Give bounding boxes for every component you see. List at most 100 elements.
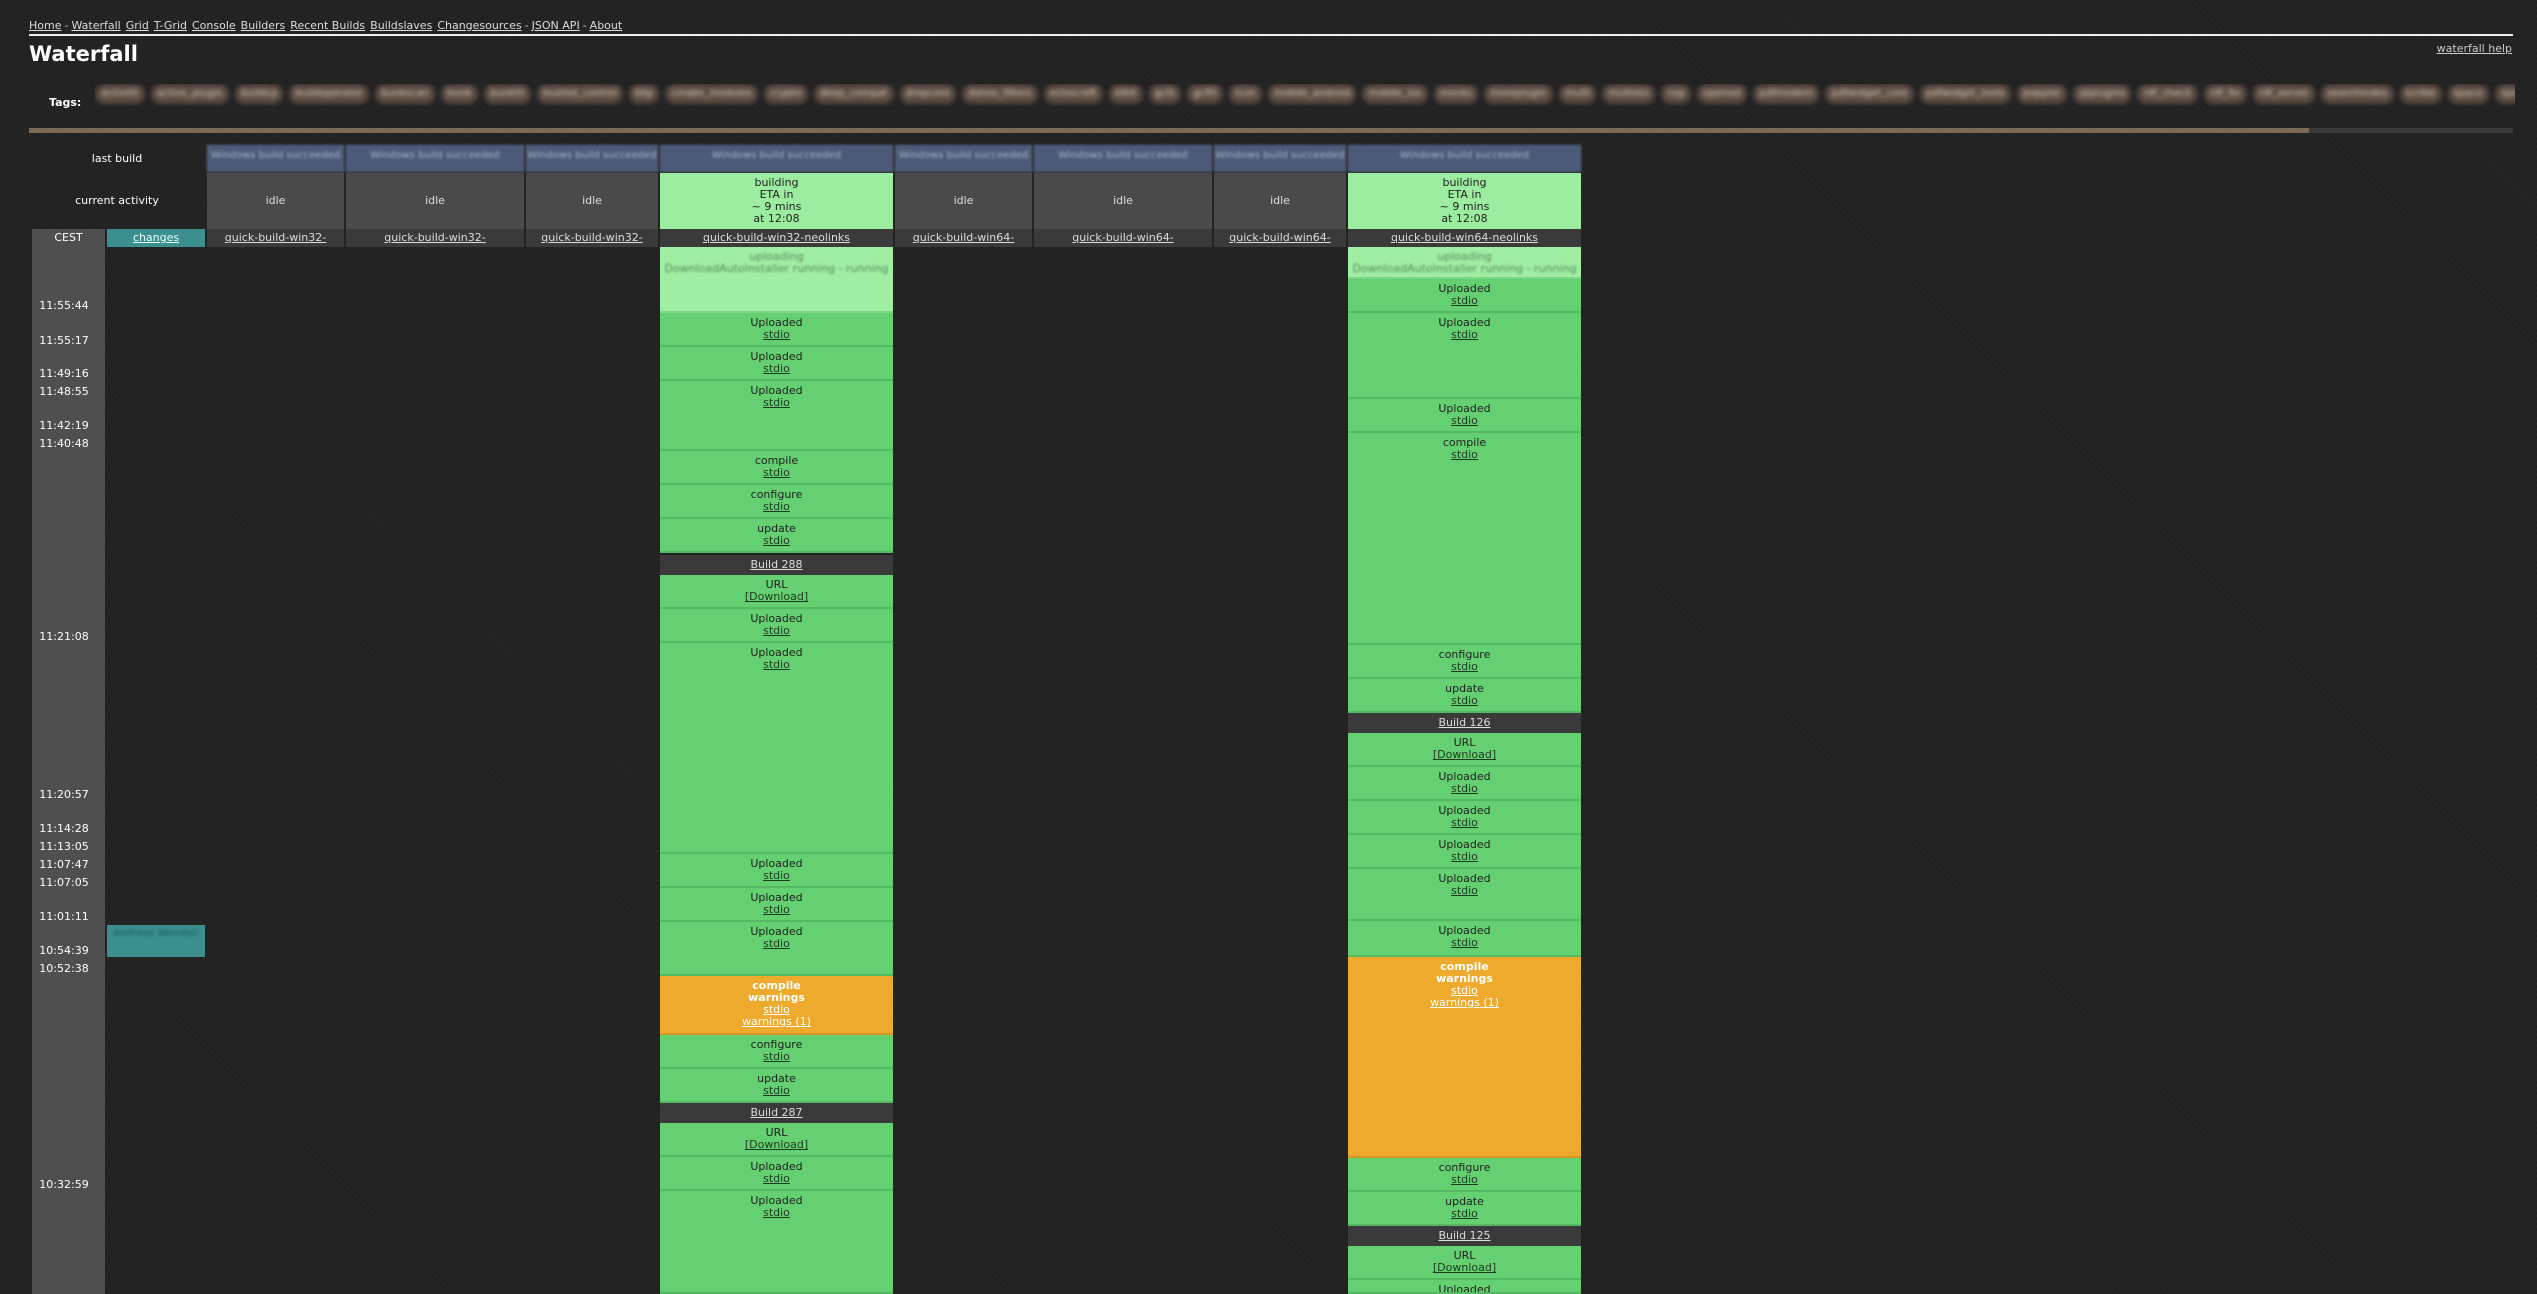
tag-filter[interactable]: space [2447,84,2490,104]
last-build-cell[interactable]: Windows build succeeded [895,145,1032,172]
builder-link[interactable]: quick-build-win64-neolinks [1391,231,1538,244]
waterfall-help-link[interactable]: waterfall help [2437,42,2512,55]
stdio-link[interactable]: stdio [1451,660,1478,673]
stdio-link[interactable]: stdio [763,500,790,513]
tag-filter[interactable]: mocks [1433,84,1478,104]
tag-filter[interactable]: multi [1558,84,1597,104]
tag-filter[interactable]: multisto [1602,84,1656,104]
stdio-link[interactable]: stdio [763,1172,790,1185]
build-link[interactable]: Build 126 [1438,716,1490,729]
stdio-link[interactable]: stdio [1451,1207,1478,1220]
tag-filter[interactable]: pdfwidget_tools [1919,84,2011,104]
builder-link[interactable]: quick-build-win32-btplink_control [384,231,485,247]
tag-filter[interactable]: dropcore [899,84,956,104]
stdio-link[interactable]: stdio [763,658,790,671]
last-build-cell[interactable]: Windows build succeeded [1214,145,1346,172]
builder-link[interactable]: quick-build-win32-neolinks [703,231,850,244]
stdio-link[interactable]: stdio [763,396,790,409]
tag-filter[interactable]: blip [628,84,660,104]
last-build-cell[interactable]: Windows build succeeded [346,145,524,172]
tag-filter[interactable]: spark77 [2495,84,2515,104]
stdio-link[interactable]: stdio [763,937,790,950]
tag-filter[interactable]: nsp [1661,84,1691,104]
last-build-cell[interactable]: Windows build succeeded [1348,145,1581,172]
stdio-link[interactable]: stdio [1451,816,1478,829]
nav-link-home[interactable]: Home [29,19,61,32]
nav-link-grid[interactable]: Grid [126,19,149,32]
build-link[interactable]: Build 288 [750,558,802,571]
stdio-link[interactable]: stdio [763,1084,790,1097]
last-build-cell[interactable]: Windows build succeeded [1034,145,1212,172]
nav-link-recent-builds[interactable]: Recent Builds [290,19,365,32]
nav-link-waterfall[interactable]: Waterfall [71,19,120,32]
tag-filter[interactable]: icon [1228,84,1262,104]
download-link[interactable]: [Download] [1433,1261,1496,1274]
horizontal-scrollbar[interactable] [29,128,2513,133]
nav-link-tgrid[interactable]: T-Grid [154,19,187,32]
stdio-link[interactable]: stdio [1451,782,1478,795]
tag-filter[interactable]: openssl [1697,84,1748,104]
last-build-cell[interactable]: Windows build succeeded [207,145,344,172]
nav-link-builders[interactable]: Builders [241,19,286,32]
tag-filter[interactable]: rdf_fix [2203,84,2247,104]
tag-filter[interactable]: activitti [95,84,145,104]
stdio-link[interactable]: stdio [763,362,790,375]
builder-link[interactable]: quick-build-win32-btplink [225,231,326,247]
nav-link-buildslaves[interactable]: Buildslaves [370,19,432,32]
tag-filter[interactable]: gcfili [1187,84,1223,104]
stdio-link[interactable]: stdio [1451,884,1478,897]
tag-filter[interactable]: buildoperator [289,84,370,104]
scrollbar-thumb[interactable] [29,128,2309,133]
stdio-link[interactable]: stdio [763,869,790,882]
builder-link[interactable]: quick-build-win32-ezlink [541,231,642,247]
builder-link[interactable]: quick-build-win64-btplink [913,231,1014,247]
tag-filter[interactable]: mobile_android [1267,84,1357,104]
builder-link[interactable]: quick-build-win64-btplink_control [1072,231,1173,247]
tag-filter[interactable]: searchindex [2321,84,2394,104]
stdio-link[interactable]: stdio [763,903,790,916]
last-build-cell[interactable]: Windows build succeeded [526,145,658,172]
warnings-link[interactable]: warnings (1) [742,1015,811,1028]
tag-filter[interactable]: bunkth [483,84,531,104]
stdio-link[interactable]: stdio [1451,936,1478,949]
stdio-link[interactable]: stdio [763,534,790,547]
stdio-link[interactable]: stdio [1451,448,1478,461]
builder-link[interactable]: quick-build-win64-ezlink [1229,231,1330,247]
last-build-cell[interactable]: Windows build succeeded [660,145,893,172]
stdio-link[interactable]: stdio [1451,328,1478,341]
stdio-link[interactable]: stdio [1451,850,1478,863]
tag-filter[interactable]: dshoo_filters [961,84,1038,104]
tag-filter[interactable]: scribe [2399,84,2442,104]
stdio-link[interactable]: stdio [1451,694,1478,707]
tag-filter[interactable]: rdf_check [2137,84,2198,104]
stdio-link[interactable]: stdio [763,1206,790,1219]
nav-link-about[interactable]: About [590,19,623,32]
tag-filter[interactable]: bunk [441,84,478,104]
tag-filter[interactable]: deep_compat [813,84,894,104]
tag-filter[interactable]: pdfwidget_core [1825,84,1914,104]
tag-filter[interactable]: rdf_server [2252,84,2316,104]
download-link[interactable]: [Download] [745,590,808,603]
stdio-link[interactable]: stdio [763,1050,790,1063]
tag-filter[interactable]: gcfs [1148,84,1182,104]
tag-filter[interactable]: active_plugin [150,84,229,104]
nav-link-json-api[interactable]: JSON API [532,19,580,32]
tag-filter[interactable]: pdfmodem [1753,84,1820,104]
tag-filter[interactable]: bunkscan [375,84,436,104]
stdio-link[interactable]: stdio [1451,1173,1478,1186]
download-link[interactable]: [Download] [745,1138,808,1151]
tag-filter[interactable]: qtplugins [2073,84,2132,104]
changes-link[interactable]: changes [133,231,179,244]
stdio-link[interactable]: stdio [1451,414,1478,427]
tag-filter[interactable]: crypto [763,84,808,104]
change-cell[interactable]: Andreas Wendler [107,925,205,957]
tag-filter[interactable]: popplar [2016,84,2068,104]
tag-filter[interactable]: mobile_ios [1362,84,1428,104]
tag-filter[interactable]: moreplugin [1483,84,1553,104]
tag-filter[interactable]: cmake_modules [665,84,758,104]
stdio-link[interactable]: stdio [1451,294,1478,307]
tag-filter[interactable]: echocraft [1043,84,1103,104]
tag-filter[interactable]: buildcp [234,84,284,104]
build-link[interactable]: Build 287 [750,1106,802,1119]
nav-link-console[interactable]: Console [192,19,236,32]
